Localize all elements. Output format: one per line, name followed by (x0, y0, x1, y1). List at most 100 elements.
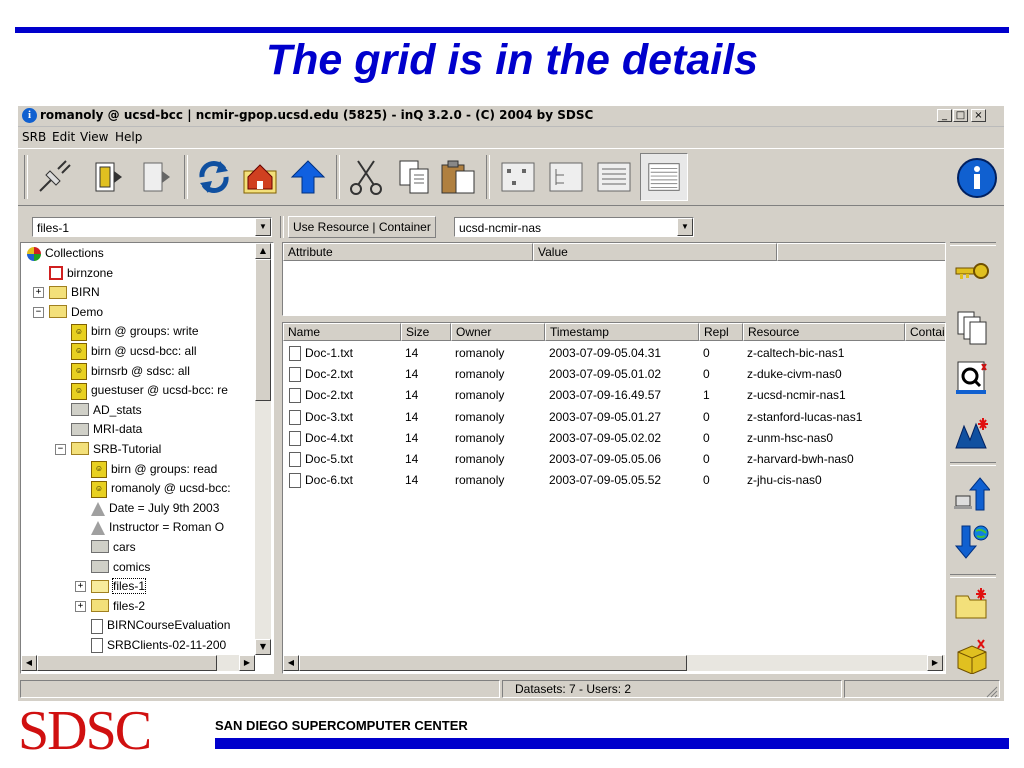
table-row[interactable]: Doc-2.txt 14 romanoly 2003-07-09-05.01.02 0 z… (283, 364, 927, 384)
tree-item[interactable]: Date = July 9th 2003 (91, 499, 219, 517)
column-header-owner[interactable]: Owner (451, 323, 545, 341)
refresh-icon[interactable] (194, 157, 234, 197)
tree-item[interactable]: ☺ birnsrb @ sdsc: all (71, 362, 190, 380)
tree-item[interactable]: ☺ birn @ groups: read (91, 460, 217, 478)
info-icon[interactable] (956, 157, 998, 199)
tree-item[interactable]: cars (91, 538, 136, 556)
column-header-name[interactable]: Name (283, 323, 401, 341)
tree-item[interactable]: BIRN (49, 283, 100, 301)
file-icon (289, 409, 301, 425)
tree-item[interactable]: Demo (49, 303, 103, 321)
scroll-thumb[interactable] (299, 655, 687, 671)
scroll-left-button[interactable]: ◀ (21, 655, 37, 671)
tree-item[interactable]: comics (91, 558, 150, 576)
tree-item[interactable]: ☺ romanoly @ ucsd-bcc: (91, 479, 231, 498)
tree-item[interactable]: files-1 (91, 577, 147, 595)
column-header-repl[interactable]: Repl (699, 323, 743, 341)
metadata-extract-icon[interactable] (954, 416, 990, 452)
menu-srb[interactable]: SRB (22, 130, 46, 144)
window-title: romanoly @ ucsd-bcc | ncmir-gpop.ucsd.ed… (40, 108, 594, 122)
scroll-right-button[interactable]: ▶ (927, 655, 943, 671)
table-row[interactable]: Doc-4.txt 14 romanoly 2003-07-09-05.02.02 0 z… (283, 428, 927, 448)
status-pane-right (844, 680, 1000, 698)
tree-horizontal-scrollbar[interactable]: ◀ ▶ (21, 655, 255, 671)
tree-item[interactable]: SRB-Tutorial (71, 440, 161, 458)
tree-item[interactable]: birnzone (49, 264, 113, 282)
table-row[interactable]: Doc-1.txt 14 romanoly 2003-07-09-05.04.31 0 z… (283, 343, 927, 363)
cell-owner: romanoly (455, 367, 505, 382)
tree-view-icon[interactable] (546, 157, 586, 197)
list-view-icon[interactable] (594, 157, 634, 197)
chevron-down-icon[interactable]: ▼ (677, 218, 693, 236)
file-table: Name Size Owner Timestamp Repl Resource Contai… (282, 322, 946, 674)
file-icon (289, 452, 301, 467)
menu-view[interactable]: View (80, 130, 108, 144)
new-folder-icon[interactable] (954, 586, 990, 622)
column-header-value[interactable]: Value (533, 243, 777, 261)
tree-item[interactable]: AD_stats (71, 401, 142, 419)
tree-item[interactable]: Collections (27, 244, 104, 262)
scroll-thumb[interactable] (37, 655, 217, 671)
folder-icon (49, 305, 67, 319)
cell-owner: romanoly (455, 409, 505, 424)
table-row[interactable]: Doc-5.txt 14 romanoly 2003-07-09-05.05.06 0 z… (283, 449, 927, 469)
minimize-button[interactable]: _ (937, 109, 952, 122)
tree-item[interactable]: BIRNCourseEvaluation (91, 616, 230, 634)
scroll-down-button[interactable]: ▼ (255, 639, 271, 655)
column-header-contai[interactable]: Contai (905, 323, 945, 341)
table-horizontal-scrollbar[interactable]: ◀ ▶ (283, 655, 945, 671)
scroll-thumb[interactable] (255, 259, 271, 401)
maximize-button[interactable]: □ (953, 109, 968, 122)
document-icon[interactable] (136, 157, 176, 197)
resource-select[interactable]: ucsd-ncmir-nas ▼ (454, 217, 694, 237)
tree-item[interactable]: files-2 (91, 597, 145, 615)
copy-files-icon[interactable] (954, 310, 990, 346)
close-button[interactable]: × (971, 109, 986, 122)
toolbar-separator (486, 155, 490, 199)
new-container-icon[interactable] (954, 638, 990, 674)
query-icon[interactable] (954, 360, 990, 396)
upload-icon[interactable] (954, 476, 990, 512)
tree-toggle-collapse[interactable]: − (33, 306, 44, 318)
menu-help[interactable]: Help (115, 130, 142, 144)
paste-icon[interactable] (438, 157, 478, 197)
cut-icon[interactable] (346, 157, 386, 197)
chevron-down-icon[interactable]: ▼ (255, 218, 271, 236)
tree-item[interactable]: ☺ birn @ ucsd-bcc: all (71, 342, 197, 361)
tree-toggle-collapse[interactable]: − (55, 444, 66, 455)
scroll-left-button[interactable]: ◀ (283, 655, 299, 671)
disconnect-icon[interactable] (88, 157, 128, 197)
tree-vertical-scrollbar[interactable]: ▲ ▼ (255, 243, 271, 655)
column-header-resource[interactable]: Resource (743, 323, 905, 341)
tree-item[interactable]: MRI-data (71, 420, 142, 438)
column-header-timestamp[interactable]: Timestamp (545, 323, 699, 341)
details-view-button[interactable] (640, 153, 688, 201)
tree-item[interactable]: ☺ birn @ groups: write (71, 322, 199, 341)
column-header-size[interactable]: Size (401, 323, 451, 341)
column-header-attribute[interactable]: Attribute (283, 243, 533, 261)
column-header-blank[interactable] (777, 243, 945, 261)
key-icon[interactable] (954, 254, 990, 290)
up-arrow-icon[interactable] (288, 157, 328, 197)
copy-icon[interactable] (394, 157, 434, 197)
tree-item[interactable]: SRBClients-02-11-200 (91, 636, 226, 654)
scroll-up-button[interactable]: ▲ (255, 243, 271, 259)
resize-grip-icon[interactable] (984, 684, 998, 698)
menu-edit[interactable]: Edit (52, 130, 75, 144)
home-icon[interactable] (240, 157, 280, 197)
collection-path-select[interactable]: files-1 ▼ (32, 217, 272, 237)
table-row[interactable]: Doc-2.txt 14 romanoly 2003-07-09-16.49.57 1 z… (283, 385, 927, 405)
cell-name: Doc-2.txt (305, 388, 354, 403)
table-row[interactable]: Doc-6.txt 14 romanoly 2003-07-09-05.05.52 0 z… (283, 470, 927, 490)
scroll-right-button[interactable]: ▶ (239, 655, 255, 671)
connect-icon[interactable] (34, 157, 74, 197)
tree-toggle-expand[interactable]: + (75, 600, 86, 612)
tree-item[interactable]: Instructor = Roman O (91, 518, 224, 536)
small-icons-view-icon[interactable] (498, 157, 538, 197)
tree-toggle-expand[interactable]: + (75, 581, 86, 593)
tree-item[interactable]: ☺ guestuser @ ucsd-bcc: re (71, 381, 228, 400)
cell-repl: 0 (703, 409, 710, 424)
table-row[interactable]: Doc-3.txt 14 romanoly 2003-07-09-05.01.27 0 z… (283, 407, 927, 427)
tree-toggle-expand[interactable]: + (33, 287, 44, 299)
download-icon[interactable] (954, 524, 990, 560)
